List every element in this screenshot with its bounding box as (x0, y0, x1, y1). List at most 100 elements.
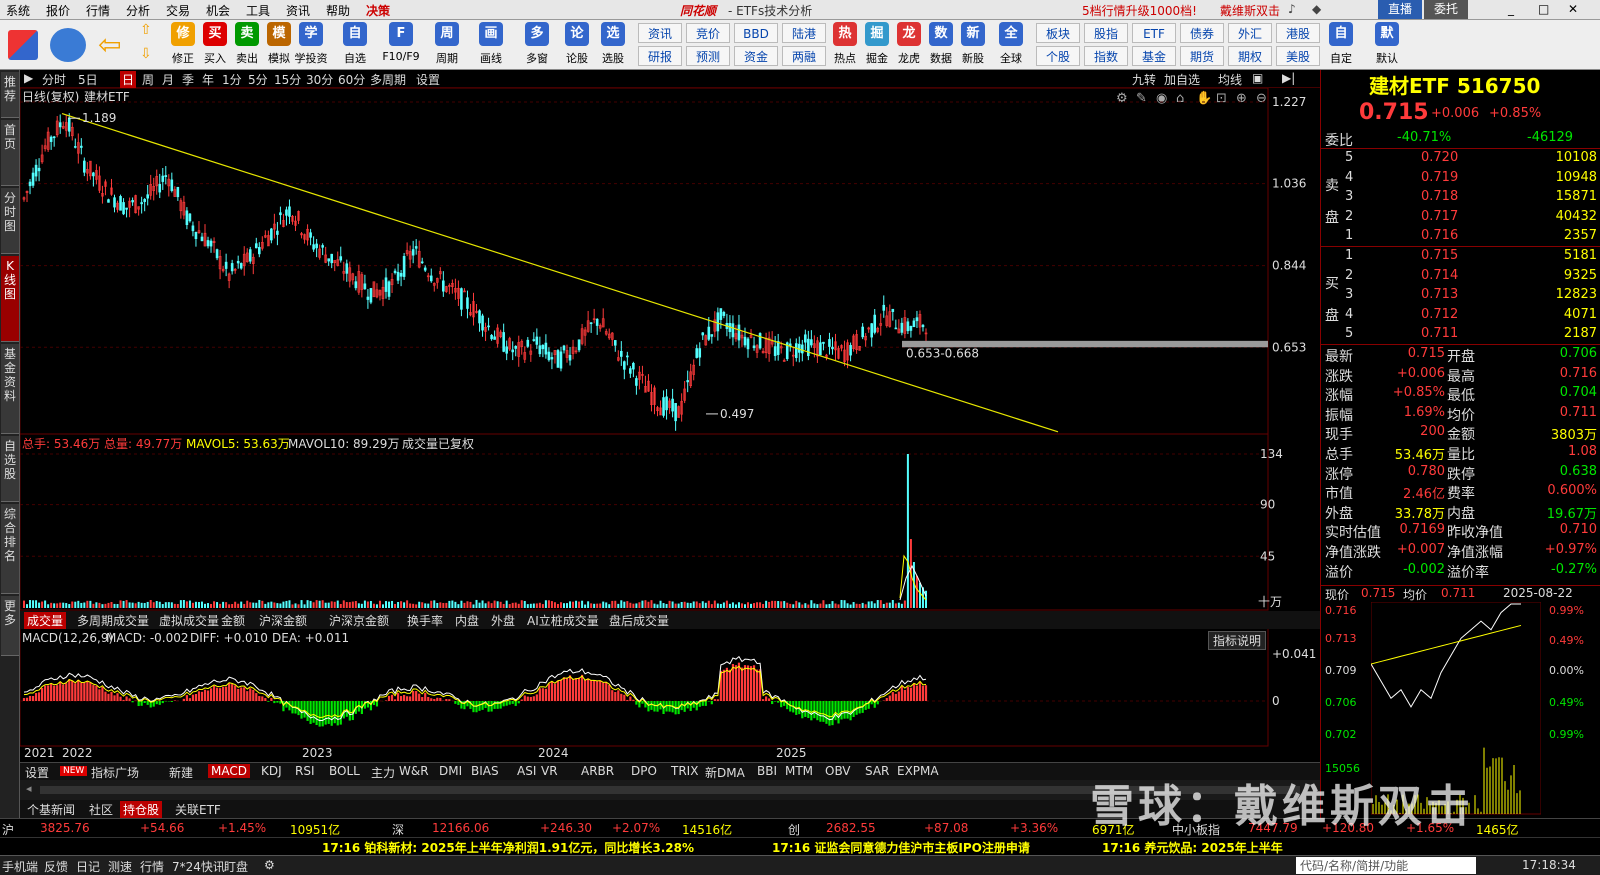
indicator-tab-12[interactable]: ASI (514, 764, 539, 778)
indicator-tab-2[interactable]: 指标广场 (88, 764, 142, 781)
indicator-tab-10[interactable]: DMI (436, 764, 465, 778)
period-right-1[interactable]: 加自选 (1164, 71, 1200, 88)
news-item[interactable]: 17:16 养元饮品: 2025年上半年 (1102, 839, 1283, 856)
bell-icon[interactable]: ♪ (1288, 2, 1296, 16)
quick-link-预测[interactable]: 预测 (686, 46, 730, 66)
news-ticker[interactable]: 17:16 铂科新材: 2025年上半年净利润1.91亿元，同比增长3.28% 1… (0, 837, 1600, 855)
volume-tab-5[interactable]: 沪深京金额 (326, 612, 392, 629)
menu-item-8[interactable]: 帮助 (326, 2, 350, 19)
status-item-2[interactable]: 日记 (76, 858, 100, 875)
quick-link-BBD[interactable]: BBD (734, 23, 778, 43)
quick-link-资金[interactable]: 资金 (734, 46, 778, 66)
toolbar-button-7[interactable]: 周周期 (432, 22, 462, 68)
toolbar-button-6[interactable]: F F10/F9 (382, 22, 420, 68)
market-link-期货[interactable]: 期货 (1180, 46, 1224, 66)
indicator-help-button[interactable]: 指标说明 (1208, 631, 1267, 650)
user-name[interactable]: 戴维斯双击 (1220, 2, 1280, 19)
status-item-4[interactable]: 行情 (140, 858, 164, 875)
market-link-指数[interactable]: 指数 (1084, 46, 1128, 66)
period-设置[interactable]: 设置 (416, 71, 440, 88)
toolbar-button2-4[interactable]: 新新股 (958, 22, 988, 68)
leftnav-基金资料[interactable]: 基金资料 (1, 344, 19, 434)
menu-item-1[interactable]: 报价 (46, 2, 70, 19)
app-grid-icon[interactable] (8, 30, 38, 60)
chart-tool-icon-2[interactable]: ◉ (1156, 91, 1167, 106)
period-多周期[interactable]: 多周期 (370, 71, 406, 88)
indicator-tab-8[interactable]: 主力 (368, 764, 398, 781)
volume-tab-3[interactable]: 金额 (218, 612, 248, 629)
indicator-tab-20[interactable]: OBV (822, 764, 854, 778)
market-link-外汇[interactable]: 外汇 (1228, 23, 1272, 43)
bottom-tab-1[interactable]: 社区 (86, 801, 116, 818)
volume-tab-7[interactable]: 内盘 (452, 612, 482, 629)
indicator-tab-11[interactable]: BIAS (468, 764, 502, 778)
quick-link-陆港[interactable]: 陆港 (782, 23, 826, 43)
market-link-美股[interactable]: 美股 (1276, 46, 1320, 66)
chart-tool-icon-7[interactable]: ⊖ (1256, 91, 1267, 106)
leftnav-K线图[interactable]: K线图 (1, 256, 19, 342)
market-link-个股[interactable]: 个股 (1036, 46, 1080, 66)
indicator-tab-0[interactable]: 设置 (22, 764, 52, 781)
volume-tab-1[interactable]: 多周期成交量 (74, 612, 152, 629)
volume-tab-0[interactable]: 成交量 (24, 612, 67, 629)
bottom-tab-0[interactable]: 个基新闻 (24, 801, 78, 818)
period-月[interactable]: 月 (162, 71, 174, 88)
chart-tool-icon-1[interactable]: ✎ (1136, 91, 1147, 106)
status-item-0[interactable]: 手机端 (2, 858, 38, 875)
indicator-tab-17[interactable]: 新DMA (702, 764, 748, 781)
leftnav-首页[interactable]: 首页 (1, 120, 19, 186)
volume-tab-6[interactable]: 换手率 (404, 612, 446, 629)
toolbar-button-11[interactable]: 选选股 (598, 22, 628, 68)
period-right-2[interactable]: 均线 (1218, 71, 1242, 88)
status-item-5[interactable]: 7*24快讯 (172, 858, 225, 875)
menu-item-6[interactable]: 工具 (246, 2, 270, 19)
indicator-tab-7[interactable]: BOLL (326, 764, 363, 778)
period-15分[interactable]: 15分 (274, 71, 301, 88)
market-link-股指[interactable]: 股指 (1084, 23, 1128, 43)
menu-item-0[interactable]: 系统 (6, 2, 30, 19)
period-1分[interactable]: 1分 (222, 71, 242, 88)
bottom-tab-3[interactable]: 关联ETF (172, 801, 224, 818)
leftnav-自选股[interactable]: 自选股 (1, 436, 19, 502)
leftnav-综合排名[interactable]: 综合排名 (1, 504, 19, 594)
promo-link[interactable]: 5档行情升级1000档! (1082, 2, 1197, 19)
period-季[interactable]: 季 (182, 71, 194, 88)
status-item-1[interactable]: 反馈 (44, 858, 68, 875)
period-分时[interactable]: 分时 (42, 71, 66, 88)
assistant-icon[interactable] (50, 28, 86, 62)
indicator-tab-22[interactable]: EXPMA (894, 764, 942, 778)
volume-tab-9[interactable]: AI立桩成交量 (524, 612, 602, 629)
indicator-tab-14[interactable]: ARBR (578, 764, 617, 778)
period-30分[interactable]: 30分 (306, 71, 333, 88)
indicator-tab-3[interactable]: 新建 (166, 764, 196, 781)
indicator-tab-21[interactable]: SAR (862, 764, 892, 778)
command-search-input[interactable]: 代码/名称/简拼/功能 (1296, 857, 1476, 874)
scroll-left-icon[interactable]: ◂ (26, 782, 32, 795)
volume-tab-2[interactable]: 虚拟成交量 (156, 612, 222, 629)
period-5日[interactable]: 5日 (78, 71, 98, 88)
settings-icon[interactable]: ⚙ (264, 858, 275, 872)
order-button[interactable]: 委托 (1424, 0, 1468, 19)
close-icon[interactable]: ✕ (1568, 2, 1578, 16)
market-link-港股[interactable]: 港股 (1276, 23, 1320, 43)
skin-icon[interactable]: ◆ (1312, 2, 1321, 16)
maximize-icon[interactable]: □ (1538, 2, 1549, 16)
quick-link-竞价[interactable]: 竞价 (686, 23, 730, 43)
indicator-tab-4[interactable]: MACD (208, 764, 250, 778)
indicator-tab-15[interactable]: DPO (628, 764, 660, 778)
menu-item-9[interactable]: 决策 (366, 2, 390, 19)
quick-link-研报[interactable]: 研报 (638, 46, 682, 66)
quick-link-资讯[interactable]: 资讯 (638, 23, 682, 43)
news-item[interactable]: 17:16 证监会同意德力佳沪市主板IPO注册申请 (772, 839, 1030, 856)
chart-tool-icon-0[interactable]: ⚙ (1116, 91, 1128, 106)
toolbar-button-4[interactable]: 学学投资 (295, 22, 328, 68)
play-icon[interactable]: ▶ (24, 71, 33, 85)
market-link-ETF[interactable]: ETF (1132, 23, 1176, 43)
indicator-tab-13[interactable]: VR (538, 764, 561, 778)
indicator-tab-5[interactable]: KDJ (258, 764, 285, 778)
chart-tool-icon-3[interactable]: ⌂ (1176, 91, 1184, 106)
menu-item-4[interactable]: 交易 (166, 2, 190, 19)
back-arrow-icon[interactable]: ⇦ (98, 30, 128, 60)
period-60分[interactable]: 60分 (338, 71, 365, 88)
up-arrow-icon[interactable]: ⇧ (140, 22, 160, 42)
